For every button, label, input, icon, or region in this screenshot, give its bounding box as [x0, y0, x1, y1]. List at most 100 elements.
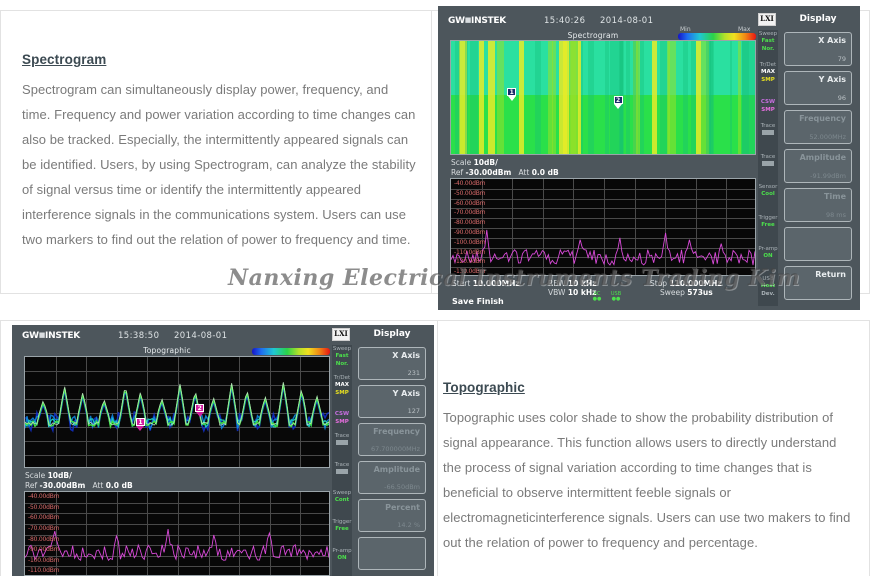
att-label-bottom: Att — [92, 481, 104, 490]
scale-value-bottom: 10dB/ — [47, 471, 72, 480]
side-status-label: Trigger — [332, 519, 352, 526]
softkey-percent[interactable]: Percent 14.2 % — [358, 499, 426, 532]
softkey-title: Frequency — [373, 427, 420, 436]
softkey-value: 98 ms — [825, 211, 846, 219]
status-sweep: Sweep 573us — [660, 288, 713, 297]
softkey-x-axis[interactable]: X Axis 79 — [784, 32, 852, 66]
softkey-frequency[interactable]: Frequency 67.700000MHz — [358, 423, 426, 456]
side-status-label: Trace — [760, 123, 776, 129]
marker-box: 1 — [507, 88, 517, 97]
side-status-value[interactable]: Free — [332, 526, 352, 533]
softkey-time[interactable]: Time 98 ms — [784, 188, 852, 222]
side-status-value[interactable]: CSW — [332, 411, 352, 418]
side-status-value[interactable] — [762, 160, 774, 166]
display-menu-header-bottom: Display — [373, 329, 411, 339]
topographic-marker-1[interactable]: 1 — [135, 417, 145, 431]
y-axis-label: -70.00dBm — [454, 209, 486, 217]
status-start: Start 10.000MHz — [452, 279, 520, 288]
lxi-badge: LXI — [758, 13, 776, 26]
side-status-value[interactable]: Fast — [332, 353, 352, 360]
y-axis-label: -100.0dBm — [28, 556, 60, 564]
softkey-value: -91.99dBm — [810, 172, 846, 180]
start-value: 10.000MHz — [472, 279, 520, 288]
side-status-value[interactable]: MAX — [332, 382, 352, 389]
marker-box: 2 — [195, 404, 205, 413]
topographic-text-column: Topographic Topographic uses color shade… — [443, 380, 853, 555]
spectrogram-waterfall: 12 — [450, 40, 756, 155]
softkey-value: 231 — [407, 369, 420, 377]
marker-pointer — [507, 96, 516, 102]
y-axis-label: -120.0dBm — [454, 258, 486, 266]
waterfall-marker-1[interactable]: 1 — [507, 88, 517, 102]
y-axis-label: -60.00dBm — [28, 514, 60, 522]
side-status-value[interactable]: ON — [758, 253, 778, 260]
att-value-bottom: 0.0 dB — [105, 481, 133, 490]
y-axis-label: -80.00dBm — [454, 219, 486, 227]
side-status-value[interactable]: SMP — [758, 77, 778, 84]
topographic-marker-2[interactable]: 2 — [195, 404, 205, 418]
topographic-heading: Topographic — [443, 380, 525, 395]
side-status-label: Sweep — [332, 346, 352, 352]
side-status-label: Tr/Det — [759, 61, 777, 68]
side-status-value[interactable]: Nor. — [758, 46, 778, 53]
softkey-frequency[interactable]: Frequency 52.000MHz — [784, 110, 852, 144]
side-status-value[interactable]: SMP — [332, 390, 352, 397]
side-status-value[interactable]: Free — [758, 222, 778, 229]
header-date-bottom: 2014-08-01 — [174, 331, 228, 341]
side-status-label: Trace — [760, 153, 776, 160]
side-status-value[interactable]: Nor. — [332, 361, 352, 368]
softkey-title: X Axis — [392, 351, 420, 360]
gwinstek-logo: GW■INSTEK — [448, 16, 506, 26]
side-status-value[interactable]: ON — [332, 555, 352, 562]
softkey-amplitude[interactable]: Amplitude -66.50dBm — [358, 461, 426, 494]
bottom-side-status-strip: Sweep Fast Nor. Tr/Det MAX SMP CSW SMP Trace Trac… — [332, 345, 352, 576]
side-status-value[interactable]: MAX — [758, 69, 778, 76]
side-status-value[interactable]: SMP — [758, 107, 778, 114]
softkey-title: Y Axis — [392, 389, 420, 398]
bottom-row-left-border — [0, 320, 1, 576]
spectrogram-paragraph: Spectrogram can simultaneously display p… — [22, 82, 416, 247]
softkey-return[interactable]: Return — [784, 266, 852, 300]
side-status-value[interactable] — [762, 130, 774, 135]
softkey-value: -66.50dBm — [384, 483, 420, 491]
marker-pointer — [195, 412, 204, 418]
softkey-blank-5[interactable] — [784, 227, 852, 261]
softkey-blank-5[interactable] — [358, 537, 426, 570]
spectrogram-instrument-screen: GW■INSTEK 15:40:26 2014-08-01 LXI Displa… — [438, 6, 860, 310]
side-status-value[interactable] — [336, 468, 348, 474]
colorbar-gradient — [678, 33, 756, 40]
bottom-row-top-border — [0, 320, 870, 321]
topo-spectrum-plot: -40.00dBm -50.00dBm -60.00dBm -70.00dBm -80.… — [24, 491, 330, 576]
spectrum-y-labels: -40.00dBm -50.00dBm -60.00dBm -70.00dBm -80.… — [451, 179, 755, 275]
softkey-y-axis[interactable]: Y Axis 96 — [784, 71, 852, 105]
brand-gw: GW — [448, 16, 465, 26]
side-status-value[interactable]: SMP — [332, 419, 352, 426]
softkey-y-axis[interactable]: Y Axis 127 — [358, 385, 426, 418]
side-status-label: Trace — [334, 432, 350, 439]
side-status-label: USB — [762, 276, 774, 283]
y-axis-label: -60.00dBm — [454, 199, 486, 207]
y-axis-label: -110.0dBm — [454, 248, 486, 256]
start-label: Start — [452, 279, 471, 288]
softkey-title: X Axis — [818, 36, 846, 45]
side-status-value[interactable]: Fast — [758, 38, 778, 45]
side-status-value[interactable]: Host — [758, 283, 778, 290]
usb-label: USB — [610, 291, 622, 297]
vbw-label: VBW — [548, 288, 566, 297]
side-status-value[interactable]: Dev. — [758, 291, 778, 298]
scale-label: Scale — [451, 158, 472, 167]
softkey-amplitude[interactable]: Amplitude -91.99dBm — [784, 149, 852, 183]
y-axis-label: -40.00dBm — [454, 180, 486, 187]
y-axis-label: -90.00dBm — [28, 546, 60, 554]
y-axis-label: -70.00dBm — [28, 524, 60, 532]
side-status-value[interactable] — [336, 439, 348, 445]
waterfall-marker-2[interactable]: 2 — [613, 96, 623, 110]
side-status-value[interactable]: Cont — [332, 497, 352, 504]
sweep-label: Sweep — [660, 288, 685, 297]
side-status-value[interactable]: Cool — [758, 191, 778, 198]
side-status-value[interactable]: CSW — [758, 99, 778, 106]
top-side-status-strip: Sweep Fast Nor. Tr/Det MAX SMP CSW SMP Trace Trac… — [758, 30, 778, 306]
softkey-x-axis[interactable]: X Axis 231 — [358, 347, 426, 380]
bottom-row-mid-border — [437, 320, 438, 576]
y-axis-label: -130.0dBm — [454, 268, 486, 276]
